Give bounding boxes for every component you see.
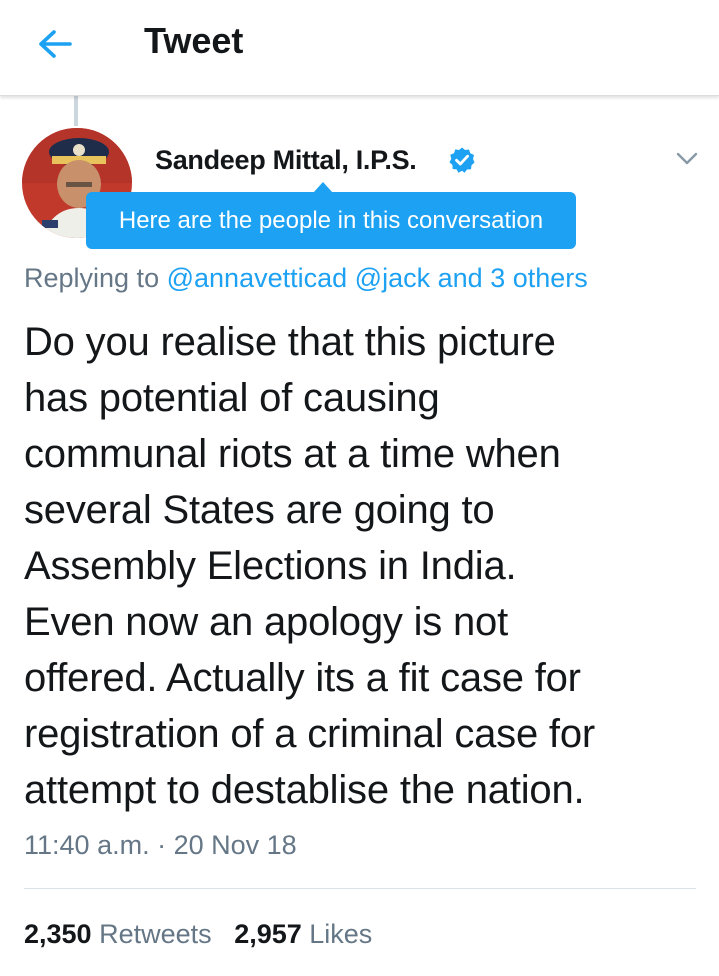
replying-and[interactable]: and — [438, 263, 483, 293]
mention-link-jack[interactable]: @jack — [355, 263, 430, 293]
mention-link-annavetticad[interactable]: @annavetticad — [167, 263, 348, 293]
thread-connector-line — [74, 96, 78, 126]
divider — [24, 888, 696, 889]
tweet-text-line: Even now an apology is not — [24, 600, 509, 644]
retweets-stat[interactable]: 2,350 Retweets — [24, 919, 219, 949]
arrow-left-icon — [39, 30, 72, 58]
tweet-text-line: has potential of causing — [24, 376, 440, 420]
tweet-text-line: offered. Actually its a fit case for — [24, 656, 581, 700]
likes-count: 2,957 — [234, 919, 302, 949]
likes-stat[interactable]: 2,957 Likes — [234, 919, 372, 949]
verified-badge-icon — [448, 146, 476, 174]
retweets-label: Retweets — [99, 919, 212, 949]
conversation-tooltip[interactable]: Here are the people in this conversation — [86, 192, 576, 249]
author-name[interactable]: Sandeep Mittal, I.P.S. — [155, 145, 417, 176]
tweet-menu-button[interactable] — [672, 144, 702, 174]
engagement-stats: 2,350 Retweets 2,957 Likes — [24, 919, 372, 950]
tweet-text-line: communal riots at a time when — [24, 432, 561, 476]
tweet-text-line: Do you realise that this picture — [24, 320, 556, 364]
likes-label: Likes — [309, 919, 373, 949]
back-button[interactable] — [30, 24, 80, 64]
tweet-text-line: Assembly Elections in India. — [24, 544, 517, 588]
tweet-text: Do you realise that this picture has pot… — [24, 314, 704, 818]
tweet-text-line: registration of a criminal case for — [24, 712, 596, 756]
replying-prefix: Replying to — [24, 263, 160, 293]
others-link[interactable]: 3 others — [490, 263, 588, 293]
top-bar: Tweet — [0, 0, 719, 96]
tweet-timestamp[interactable]: 11:40 a.m. · 20 Nov 18 — [24, 830, 297, 861]
retweets-count: 2,350 — [24, 919, 92, 949]
tweet-text-line: several States are going to — [24, 488, 495, 532]
tweet-text-line: attempt to destablise the nation. — [24, 768, 585, 812]
chevron-down-icon — [676, 152, 698, 165]
page-title: Tweet — [144, 20, 244, 61]
replying-to-line: Replying to @annavetticad @jack and 3 ot… — [24, 263, 588, 294]
